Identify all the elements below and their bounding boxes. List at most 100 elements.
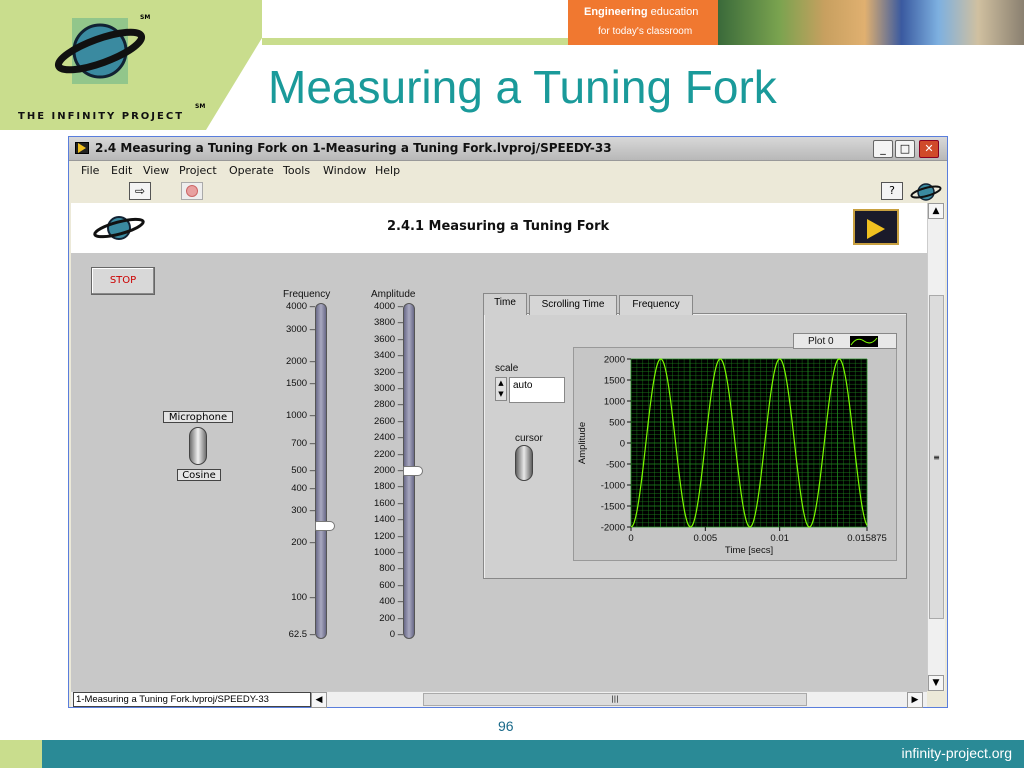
frequency-tick-62.5: 62.5 – bbox=[288, 629, 315, 640]
frequency-tick-200: 200 – bbox=[291, 537, 315, 549]
frequency-label: Frequency bbox=[283, 289, 331, 300]
menu-window[interactable]: Window bbox=[323, 164, 366, 177]
amplitude-slider-thumb[interactable] bbox=[403, 466, 423, 476]
frequency-slider-thumb[interactable] bbox=[315, 520, 335, 531]
amplitude-tick-3600: 3600 – bbox=[373, 333, 403, 345]
frequency-tick-400: 400 – bbox=[291, 482, 315, 494]
amplitude-tick-600: 600 – bbox=[379, 579, 403, 591]
frequency-tick-1000: 1000 – bbox=[285, 410, 315, 422]
amplitude-tick-3400: 3400 – bbox=[373, 350, 403, 362]
brand-heading: Engineering education bbox=[584, 6, 699, 18]
amplitude-tick-1200: 1200 – bbox=[373, 530, 403, 542]
tab-scrolling-time[interactable]: Scrolling Time bbox=[529, 295, 617, 315]
vertical-scrollbar[interactable]: ▲ ≡ ▼ bbox=[927, 203, 945, 691]
vertical-scroll-thumb[interactable]: ≡ bbox=[929, 295, 944, 619]
waveform-plot[interactable]: 2000150010005000-500-1000-1500-20000 0.00… bbox=[573, 349, 899, 561]
menu-view[interactable]: View bbox=[143, 164, 169, 177]
y-tick-label: 1500 bbox=[604, 376, 625, 387]
page-number: 96 bbox=[498, 718, 514, 734]
microphone-label: Microphone bbox=[163, 411, 233, 423]
menu-tools[interactable]: Tools bbox=[283, 164, 310, 177]
footer-bar bbox=[42, 740, 1024, 768]
stop-button[interactable]: STOP bbox=[91, 267, 155, 295]
menu-edit[interactable]: Edit bbox=[111, 164, 132, 177]
y-tick-label: 0 bbox=[620, 439, 625, 450]
maximize-button[interactable]: □ bbox=[895, 140, 915, 158]
amplitude-scale: 4000 – 3800 – 3600 – 3400 – 3200 – 3000 – 2800… bbox=[351, 301, 403, 640]
frequency-tick-1500: 1500 – bbox=[285, 378, 315, 390]
brand-photos bbox=[718, 0, 1024, 45]
footer-url[interactable]: infinity-project.org bbox=[902, 745, 1013, 761]
x-tick-label: 0.01 bbox=[770, 533, 789, 544]
amplitude-tick-1800: 1800 – bbox=[373, 481, 403, 493]
scale-increment-decrement-icon[interactable]: ▲ ▼ bbox=[495, 377, 507, 401]
abort-button[interactable] bbox=[181, 182, 203, 200]
amplitude-tick-400: 400 – bbox=[379, 596, 403, 608]
frequency-tick-4000: 4000 – bbox=[285, 301, 315, 312]
speedy-vi-icon bbox=[853, 209, 899, 245]
frequency-slider-track[interactable] bbox=[315, 303, 327, 639]
context-help-icon[interactable]: ? bbox=[881, 182, 903, 200]
frequency-tick-2000: 2000 – bbox=[285, 355, 315, 367]
run-arrow-icon[interactable]: ⇨ bbox=[129, 182, 151, 200]
source-toggle-switch[interactable] bbox=[189, 427, 207, 465]
amplitude-tick-4000: 4000 – bbox=[373, 301, 403, 312]
amplitude-label: Amplitude bbox=[371, 289, 416, 300]
scale-select[interactable]: auto bbox=[509, 377, 565, 403]
footer-accent bbox=[0, 740, 42, 768]
scroll-down-icon[interactable]: ▼ bbox=[928, 675, 944, 691]
menu-help[interactable]: Help bbox=[375, 164, 400, 177]
cursor-label: cursor bbox=[515, 433, 543, 444]
y-axis-label: Amplitude bbox=[577, 422, 588, 464]
cursor-toggle-switch[interactable] bbox=[515, 445, 533, 481]
labview-window: 2.4 Measuring a Tuning Fork on 1-Measuri… bbox=[68, 136, 948, 708]
x-tick-label: 0 bbox=[628, 533, 633, 544]
frequency-tick-700: 700 – bbox=[291, 438, 315, 450]
x-axis-label: Time [secs] bbox=[725, 545, 773, 556]
menu-file[interactable]: File bbox=[81, 164, 99, 177]
infinity-logo-icon bbox=[54, 18, 146, 84]
x-tick-label: 0.015875 bbox=[847, 533, 887, 544]
sm-mark-2: SM bbox=[195, 103, 206, 110]
frequency-tick-100: 100 – bbox=[291, 591, 315, 603]
scroll-left-icon[interactable]: ◀ bbox=[311, 692, 327, 708]
vi-icon bbox=[910, 183, 942, 201]
y-tick-label: -1000 bbox=[601, 481, 625, 492]
y-tick-label: 500 bbox=[609, 418, 625, 429]
close-button[interactable]: ✕ bbox=[919, 140, 939, 158]
slide-title: Measuring a Tuning Fork bbox=[268, 61, 777, 113]
frequency-scale: 4000 – 3000 – 2000 – 1500 – 1000 – 700 – 500 –… bbox=[265, 301, 315, 640]
toolbar: ⇨ ? bbox=[69, 181, 947, 203]
amplitude-tick-200: 200 – bbox=[379, 612, 403, 624]
minimize-button[interactable]: _ bbox=[873, 140, 893, 158]
legend-swatch bbox=[850, 336, 878, 347]
amplitude-tick-2200: 2200 – bbox=[373, 448, 403, 460]
frequency-tick-3000: 3000 – bbox=[285, 323, 315, 335]
amplitude-tick-3000: 3000 – bbox=[373, 383, 403, 394]
frequency-tick-300: 300 – bbox=[291, 505, 315, 517]
amplitude-tick-0: 0 – bbox=[389, 629, 403, 640]
panel-header: 2.4.1 Measuring a Tuning Fork bbox=[71, 203, 927, 253]
horizontal-scroll-thumb[interactable]: ||| bbox=[423, 693, 807, 706]
window-titlebar[interactable]: 2.4 Measuring a Tuning Fork on 1-Measuri… bbox=[69, 137, 947, 161]
x-tick-label: 0.005 bbox=[693, 533, 717, 544]
amplitude-tick-2000: 2000 – bbox=[373, 465, 403, 476]
y-tick-label: 1000 bbox=[604, 397, 625, 408]
legend-label: Plot 0 bbox=[808, 336, 834, 347]
y-tick-label: -500 bbox=[606, 460, 625, 471]
amplitude-tick-1000: 1000 – bbox=[373, 547, 403, 558]
vi-title: 2.4.1 Measuring a Tuning Fork bbox=[387, 219, 610, 234]
y-tick-label: -1500 bbox=[601, 502, 625, 513]
tab-time[interactable]: Time bbox=[483, 293, 527, 315]
brand-tagline: for today's classroom bbox=[598, 26, 693, 37]
horizontal-scrollbar[interactable]: 1-Measuring a Tuning Fork.lvproj/SPEEDY-… bbox=[71, 691, 927, 708]
labview-icon bbox=[75, 142, 89, 154]
tab-frequency[interactable]: Frequency bbox=[619, 295, 693, 315]
infinity-small-icon bbox=[93, 216, 145, 240]
menu-operate[interactable]: Operate bbox=[229, 164, 274, 177]
menu-project[interactable]: Project bbox=[179, 164, 217, 177]
plot-legend[interactable]: Plot 0 bbox=[793, 333, 897, 349]
scroll-right-icon[interactable]: ▶ bbox=[907, 692, 923, 708]
scroll-up-icon[interactable]: ▲ bbox=[928, 203, 944, 219]
amplitude-tick-2600: 2600 – bbox=[373, 415, 403, 427]
